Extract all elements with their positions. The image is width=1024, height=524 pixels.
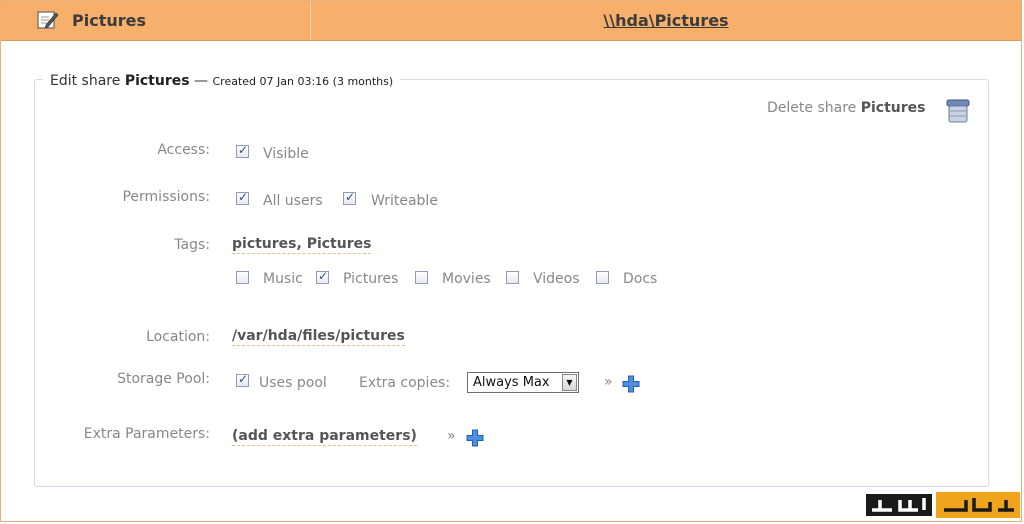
tag-music-label: Music [263,271,303,287]
tag-music-checkbox[interactable] [236,271,249,284]
extra-copies-select[interactable]: Always Max ▼ [467,372,579,393]
tag-pictures-checkbox[interactable] [316,269,329,284]
uses-pool-checkbox[interactable] [236,372,249,387]
edit-icon [37,11,59,29]
writeable-label: Writeable [371,193,438,209]
location-value[interactable]: /var/hda/files/pictures [232,328,405,346]
share-header: Pictures \\hda\Pictures [1,1,1021,41]
all-users-checkbox[interactable] [236,190,249,205]
extra-parameters-value[interactable]: (add extra parameters) [232,428,417,446]
tag-docs-label: Docs [623,271,658,287]
access-label: Access: [157,142,210,158]
visible-checkbox[interactable] [236,143,249,158]
created-date: Created 07 Jan 03:16 (3 months) [212,75,394,88]
permissions-label: Permissions: [122,189,210,205]
delete-share-link[interactable]: Delete share Pictures [767,100,925,116]
trash-icon[interactable] [944,97,972,125]
share-title: Pictures [72,11,146,30]
watermark-logo [866,492,1020,518]
all-users-label: All users [263,193,323,209]
extra-copies-label: Extra copies: [359,375,451,391]
tag-movies-label: Movies [442,271,491,287]
fieldset-legend: Edit share Pictures — Created 07 Jan 03:… [43,73,401,89]
header-title-cell: Pictures [1,1,311,40]
extra-parameters-label: Extra Parameters: [83,426,210,442]
delete-prefix: Delete share [767,100,861,116]
tags-label: Tags: [174,237,210,253]
share-path-link[interactable]: \\hda\Pictures [311,11,1021,30]
legend-share-name: Pictures [124,73,190,89]
delete-share-name: Pictures [860,100,926,116]
tag-docs-checkbox[interactable] [596,271,609,284]
extra-parameters-more-link[interactable]: » [447,428,456,444]
tag-videos-label: Videos [533,271,580,287]
writeable-checkbox[interactable] [343,190,356,205]
extra-copies-value: Always Max [473,375,550,390]
uses-pool-label: Uses pool [259,375,327,391]
tag-videos-checkbox[interactable] [506,271,519,284]
tag-movies-checkbox[interactable] [415,271,428,284]
visible-label: Visible [263,146,309,162]
tags-value[interactable]: pictures, Pictures [232,236,372,254]
dropdown-arrow-icon[interactable]: ▼ [562,374,577,391]
legend-prefix: Edit share [50,73,125,89]
tag-pictures-label: Pictures [343,271,399,287]
legend-dash: — [189,73,213,89]
add-storage-plus-icon[interactable] [622,375,640,393]
storage-pool-more-link[interactable]: » [604,374,613,390]
add-parameter-plus-icon[interactable] [466,429,484,447]
storage-pool-label: Storage Pool: [117,371,210,387]
location-label: Location: [146,329,210,345]
